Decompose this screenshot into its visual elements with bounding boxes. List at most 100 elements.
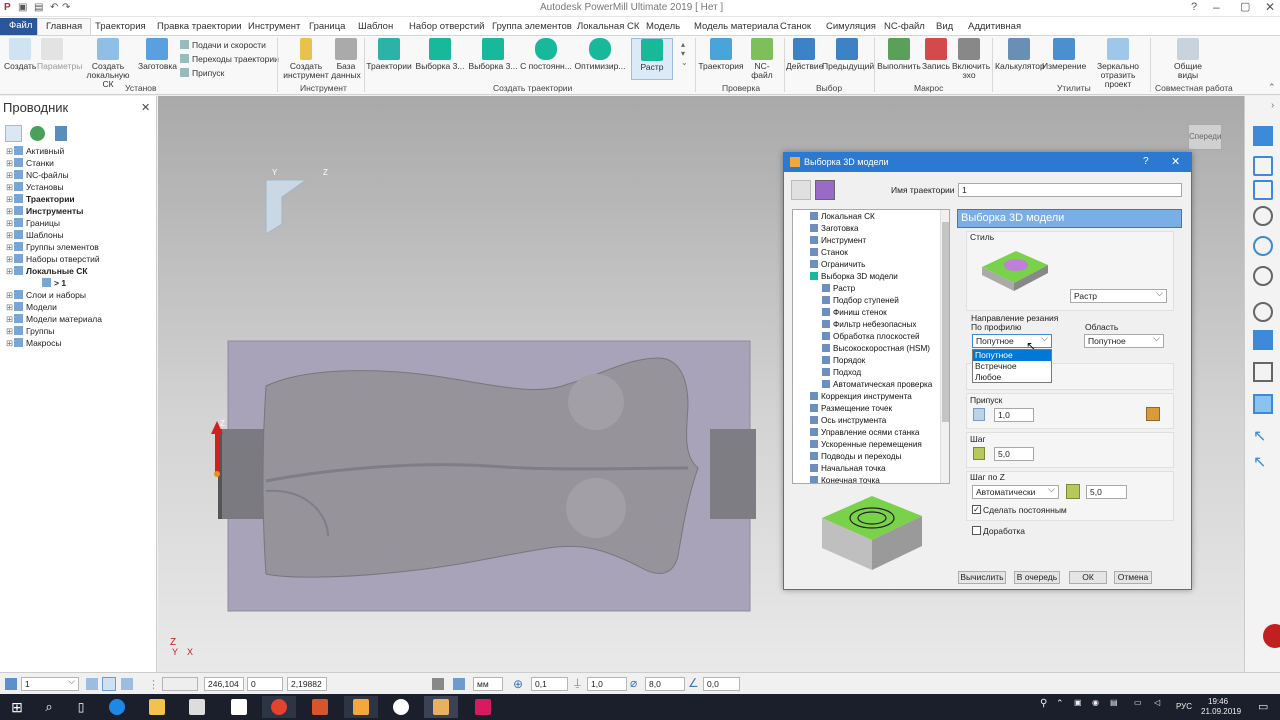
view-cube-icon[interactable] [1253,156,1273,176]
allowance-component-icon[interactable] [1146,407,1160,421]
tree-scrollbar[interactable] [940,210,949,483]
expand-icon[interactable]: ⊞ [6,326,14,337]
tab-toolpath[interactable]: Траектория [95,19,146,36]
globe-icon[interactable] [30,126,45,141]
transitions-button[interactable]: Переходы траектории [180,54,279,64]
explorer-item[interactable]: ⊞ Установы [6,182,64,194]
search-icon[interactable]: ⌕ [32,696,66,718]
close-icon[interactable]: ✕ [1265,0,1275,14]
notifications-icon[interactable]: ▭ [1258,700,1268,713]
tab-pattern[interactable]: Шаблон [358,19,393,36]
start-icon[interactable]: ⊞ [0,696,34,718]
dialog-tree-item[interactable]: Порядок [822,356,865,368]
explorer-item[interactable]: ⊞ NC-файлы [6,170,69,182]
create-tool-button[interactable]: Создать инструмент [280,38,332,80]
create-button[interactable]: Создать [4,38,36,71]
toolpath-name-input[interactable]: 1 [958,183,1182,197]
explorer-item[interactable]: ⊞ Группы [6,326,54,338]
dialog-tree-item[interactable]: Обработка плоскостей [822,332,920,344]
dialog-tree-item[interactable]: Ось инструмента [810,416,886,428]
tab-tool[interactable]: Инструмент [248,19,300,36]
verify-toolpath-button[interactable]: Траектория [698,38,744,71]
volume-icon[interactable]: ◁ [1154,698,1160,707]
expand-icon[interactable]: ⊞ [6,146,14,157]
explorer-item[interactable]: ⊞ Траектории [6,194,75,206]
collapse-ribbon-icon[interactable]: ⌃ [1268,82,1276,93]
library-icon[interactable] [815,180,835,200]
dialog-tree-item[interactable]: Управление осями станка [810,428,920,440]
clock-time[interactable]: 19:46 [1208,697,1228,706]
tab-boundary[interactable]: Граница [309,19,345,36]
dialog-tree-item[interactable]: Заготовка [810,224,859,236]
tab-view[interactable]: Вид [936,19,953,36]
explorer-item[interactable]: ⊞ Границы [6,218,60,230]
calculate-button[interactable]: Вычислить [958,571,1006,584]
tab-simulation[interactable]: Симуляция [826,19,876,36]
tab-nc[interactable]: NC-файл [884,19,925,36]
tab-model[interactable]: Модель [646,19,680,36]
dialog-tree-item[interactable]: Коррекция инструмента [810,392,912,404]
tab-workplane[interactable]: Локальная СК [577,19,639,36]
explorer-item[interactable]: ⊞ Инструменты [6,206,83,218]
expand-icon[interactable]: ⊞ [6,290,14,301]
save-icon[interactable]: ▤ [34,2,44,13]
powermill-icon[interactable] [344,696,378,718]
expand-icon[interactable]: ⊞ [6,194,14,205]
calculator-button[interactable]: Калькулятор [995,38,1045,71]
feeds-speeds-button[interactable]: Подачи и скорости [180,40,279,50]
redo-icon[interactable]: ↷ [62,2,72,13]
expand-icon[interactable]: ⊞ [6,170,14,181]
dialog-tree-item[interactable]: Подход [822,368,861,380]
tab-holes[interactable]: Набор отверстий [409,19,484,36]
view-box-icon[interactable] [1253,180,1273,200]
dialog-tree-item[interactable]: Растр [822,284,855,296]
open-icon[interactable]: ▣ [18,2,28,13]
explorer-icon[interactable] [140,696,174,718]
explorer-item[interactable]: ⊞ Станки [6,158,54,170]
ok-button[interactable]: ОК [1069,571,1107,584]
dialog-tree-item[interactable]: Подбор ступеней [822,296,899,308]
expand-icon[interactable]: ⊞ [6,242,14,253]
queue-button[interactable]: В очередь [1014,571,1060,584]
mirror-project-button[interactable]: Зеркально отразить проект [1088,38,1148,89]
measure-button[interactable]: Измерение [1042,38,1086,71]
tree-scroll-thumb[interactable] [942,222,949,422]
stepdown-mode-select[interactable]: Автоматически [972,484,1059,499]
tray-app2-icon[interactable]: ◉ [1092,698,1099,707]
stepover-input[interactable]: 5,0 [994,447,1034,461]
zoom-icon[interactable] [1253,206,1273,226]
previous-button[interactable]: Предыдущий [822,38,874,71]
model-area-clear-button[interactable]: Выборка 3... [415,38,465,71]
explorer-item[interactable]: ⊞ Группы элементов [6,242,99,254]
tray-app1-icon[interactable]: ▣ [1074,698,1082,707]
raster-button[interactable]: Растр [631,38,673,80]
expand-icon[interactable]: ⊞ [6,182,14,193]
edge-icon[interactable] [100,696,134,718]
store-icon[interactable] [180,696,214,718]
explorer-item[interactable]: ⊞ Модели [6,302,57,314]
tolerance-field[interactable]: 0,1 [531,677,568,691]
dialog-tree-item[interactable]: Конечная точка [810,476,880,483]
refresh-icon[interactable] [1253,236,1273,256]
action-button[interactable]: Действие [786,38,823,71]
dialog-tree-item[interactable]: Ограничить [810,260,865,272]
cancel-button[interactable]: Отмена [1114,571,1152,584]
model-rest-button[interactable]: Выборка 3... [468,38,518,71]
explorer-item[interactable]: ⊞ Макросы [6,338,61,350]
snap-icon[interactable] [86,678,98,690]
app-icon[interactable] [303,696,337,718]
expand-icon[interactable]: ⊞ [6,254,14,265]
chrome-icon[interactable] [262,696,296,718]
toolbar-expand-icon[interactable]: › [1271,100,1274,111]
zoom-box-icon[interactable] [1253,302,1273,322]
dialog-close-icon[interactable]: ✕ [1171,155,1180,168]
dialog-tree-item[interactable]: Высокоскоростная (HSM) [822,344,930,356]
params-button[interactable]: Параметры [37,38,82,71]
media-icon[interactable] [466,696,500,718]
optimized-button[interactable]: Оптимизир... [574,38,626,71]
explorer-item[interactable]: ⊞ Локальные СК [6,266,88,278]
dialog-tree-item[interactable]: Локальная СК [810,212,875,224]
database-button[interactable]: База данных [330,38,362,80]
explorer-close-icon[interactable]: ✕ [141,101,150,114]
toolpaths-button[interactable]: Траектории [366,38,412,71]
